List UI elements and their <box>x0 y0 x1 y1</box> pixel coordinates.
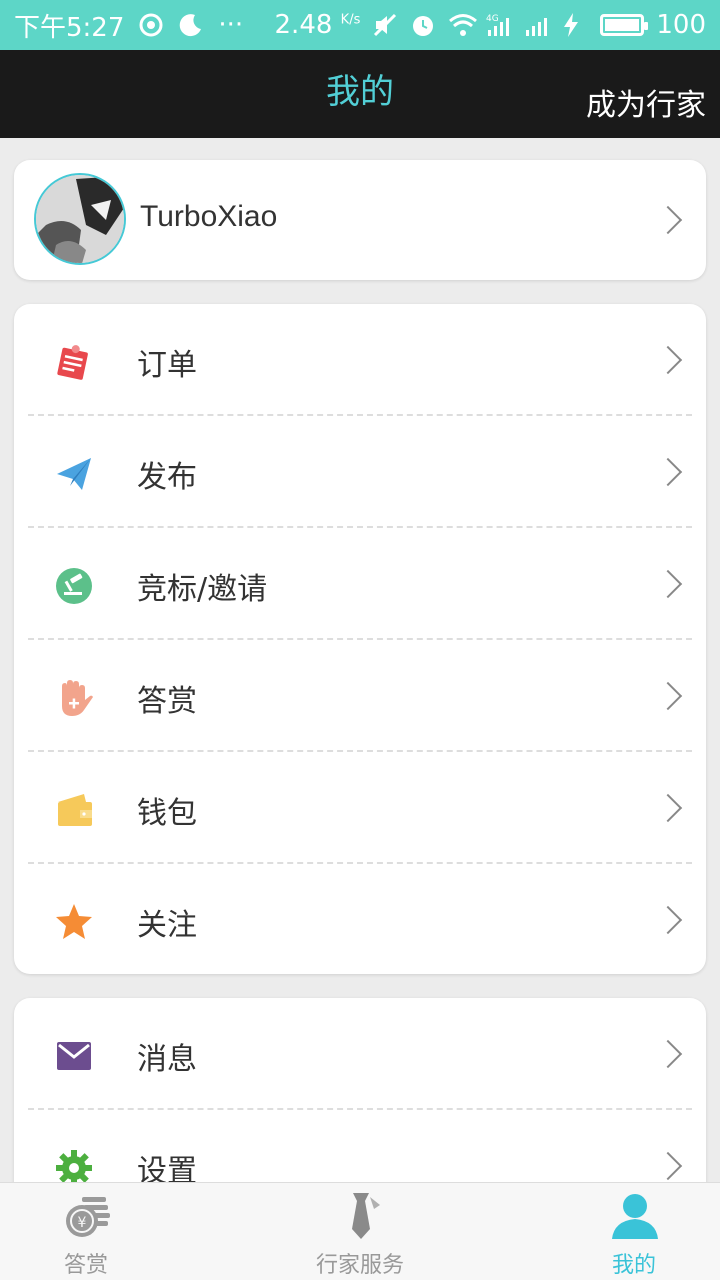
become-expert-button[interactable]: 成为行家 <box>586 80 706 124</box>
nav-tab-reward[interactable]: ¥ 答赏 <box>16 1183 156 1280</box>
order-icon <box>54 342 94 382</box>
mail-icon <box>54 1036 94 1076</box>
chevron-right-icon <box>653 1039 683 1069</box>
menu-item-messages[interactable]: 消息 <box>14 998 706 1110</box>
menu-item-wallet[interactable]: 钱包 <box>14 752 706 864</box>
wallet-icon <box>54 790 94 830</box>
status-bar: 下午5:27 ··· 2.48 K/s 4G 100 <box>0 0 720 50</box>
person-icon <box>610 1191 660 1241</box>
menu-item-orders[interactable]: 订单 <box>14 304 706 416</box>
username: TurboXiao <box>140 200 278 233</box>
menu-item-label: 关注 <box>137 908 197 943</box>
menu-item-label: 消息 <box>137 1042 197 1077</box>
alarm-icon <box>410 12 436 38</box>
chevron-right-icon <box>653 793 683 823</box>
menu-item-publish[interactable]: 发布 <box>14 416 706 528</box>
network-speed: 2.48 K/s <box>274 10 361 40</box>
charging-icon <box>562 12 588 38</box>
signal-4g-icon: 4G <box>486 12 512 38</box>
chevron-right-icon <box>653 681 683 711</box>
nav-label: 行家服务 <box>315 1253 404 1278</box>
tie-icon <box>336 1191 386 1241</box>
menu-item-label: 钱包 <box>137 796 197 831</box>
battery-icon <box>600 14 649 36</box>
chevron-right-icon <box>653 1151 683 1181</box>
more-indicator: ··· <box>218 10 244 40</box>
avatar[interactable] <box>34 173 126 265</box>
coins-icon: ¥ <box>62 1191 112 1241</box>
profile-card[interactable]: TurboXiao <box>14 160 706 280</box>
nav-tab-expert-service[interactable]: 行家服务 <box>290 1183 430 1280</box>
menu-item-reward[interactable]: 答赏 <box>14 640 706 752</box>
menu-item-label: 发布 <box>137 460 197 495</box>
nav-tab-mine[interactable]: 我的 <box>564 1183 704 1280</box>
chevron-right-icon <box>653 569 683 599</box>
chevron-right-icon <box>653 205 683 235</box>
svg-text:4G: 4G <box>486 14 499 24</box>
menu-group-main: 订单 发布 竞标/邀请 答赏 钱包 关注 <box>14 304 706 974</box>
paper-plane-icon <box>54 454 94 494</box>
gavel-icon <box>54 566 94 606</box>
svg-text:¥: ¥ <box>78 1215 87 1231</box>
menu-item-label: 答赏 <box>137 684 197 719</box>
nav-label: 我的 <box>611 1253 656 1278</box>
menu-item-follow[interactable]: 关注 <box>14 864 706 976</box>
title-bar: 我的 成为行家 <box>0 50 720 138</box>
chevron-right-icon <box>653 345 683 375</box>
chevron-right-icon <box>653 457 683 487</box>
status-time: 下午5:27 <box>14 12 125 43</box>
menu-item-label: 竞标/邀请 <box>137 572 268 607</box>
hand-icon <box>54 678 94 718</box>
wifi-icon <box>448 12 478 38</box>
chevron-right-icon <box>653 905 683 935</box>
star-icon <box>54 902 94 942</box>
menu-item-label: 订单 <box>137 348 197 383</box>
signal-icon <box>524 12 550 38</box>
bottom-nav: ¥ 答赏 行家服务 我的 <box>0 1182 720 1280</box>
weibo-icon <box>138 12 164 38</box>
mute-icon <box>372 12 398 38</box>
menu-item-bidding[interactable]: 竞标/邀请 <box>14 528 706 640</box>
battery-level: 100 <box>656 10 706 40</box>
moon-icon <box>178 12 204 38</box>
nav-label: 答赏 <box>63 1253 108 1278</box>
